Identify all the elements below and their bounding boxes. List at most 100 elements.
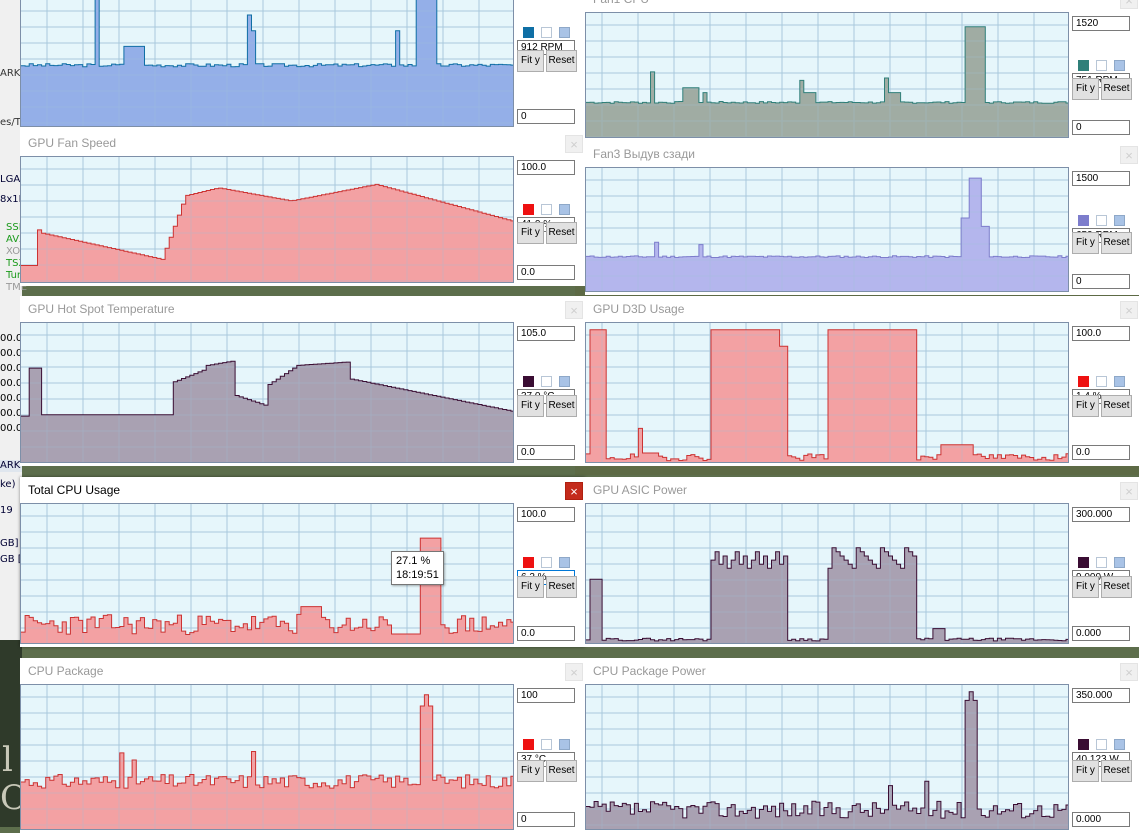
series-color-swatch[interactable] bbox=[523, 557, 534, 568]
max-value-field[interactable]: 100.0 bbox=[1072, 326, 1130, 341]
close-button[interactable]: × bbox=[565, 301, 583, 319]
graph-window-fan3[interactable]: Fan3 Выдув сзади × 1500 659 RPM Fit y Re… bbox=[585, 141, 1139, 295]
graph-plot-area[interactable] bbox=[585, 322, 1069, 463]
max-value-field[interactable]: 1500 bbox=[1072, 171, 1130, 186]
window-titlebar[interactable]: CPU Package × bbox=[20, 658, 585, 684]
close-button[interactable]: × bbox=[565, 663, 583, 681]
reset-button[interactable]: Reset bbox=[546, 50, 577, 72]
reset-button[interactable]: Reset bbox=[1101, 760, 1132, 782]
series-color-swatch[interactable] bbox=[523, 204, 534, 215]
graph-window-fan1-cpu[interactable]: Fan1 CPU × 1520 751 RPM Fit y Reset 0 bbox=[585, 0, 1139, 141]
window-titlebar[interactable]: CPU Package Power × bbox=[585, 658, 1139, 684]
background-color-swatch[interactable] bbox=[541, 557, 552, 568]
graph-plot-area[interactable] bbox=[20, 156, 514, 283]
window-titlebar[interactable]: Fan1 CPU × bbox=[585, 0, 1139, 12]
graph-window-gpu-hotspot[interactable]: GPU Hot Spot Temperature × 105.0 37.0 °C… bbox=[20, 296, 585, 466]
max-value-field[interactable]: 1520 bbox=[1072, 16, 1130, 31]
reset-button[interactable]: Reset bbox=[546, 576, 577, 598]
fit-y-button[interactable]: Fit y bbox=[1072, 232, 1099, 254]
series-color-swatch[interactable] bbox=[1078, 739, 1089, 750]
graph-plot-area[interactable] bbox=[585, 684, 1069, 830]
min-value-field[interactable]: 0.0 bbox=[1072, 445, 1130, 460]
fit-y-button[interactable]: Fit y bbox=[517, 50, 544, 72]
reset-button[interactable]: Reset bbox=[1101, 232, 1132, 254]
grid-color-swatch[interactable] bbox=[559, 204, 570, 215]
min-value-field[interactable]: 0 bbox=[517, 109, 575, 124]
graph-plot-area[interactable] bbox=[20, 684, 514, 830]
grid-color-swatch[interactable] bbox=[1114, 60, 1125, 71]
series-color-swatch[interactable] bbox=[1078, 60, 1089, 71]
max-value-field[interactable]: 300.000 bbox=[1072, 507, 1130, 522]
min-value-field[interactable]: 0 bbox=[1072, 120, 1130, 135]
series-color-swatch[interactable] bbox=[1078, 215, 1089, 226]
graph-window-gpu-asic[interactable]: GPU ASIC Power × 300.000 9.000 W Fit y R… bbox=[585, 477, 1139, 647]
window-titlebar[interactable]: GPU D3D Usage × bbox=[585, 296, 1139, 322]
series-color-swatch[interactable] bbox=[523, 376, 534, 387]
series-color-swatch[interactable] bbox=[523, 27, 534, 38]
window-titlebar[interactable]: GPU Fan Speed × bbox=[20, 130, 585, 156]
fit-y-button[interactable]: Fit y bbox=[517, 760, 544, 782]
grid-color-swatch[interactable] bbox=[559, 27, 570, 38]
graph-plot-area[interactable] bbox=[20, 0, 514, 127]
background-color-swatch[interactable] bbox=[541, 204, 552, 215]
min-value-field[interactable]: 0.0 bbox=[517, 445, 575, 460]
max-value-field[interactable]: 100.0 bbox=[517, 160, 575, 175]
reset-button[interactable]: Reset bbox=[546, 222, 577, 244]
min-value-field[interactable]: 0 bbox=[1072, 274, 1130, 289]
fit-y-button[interactable]: Fit y bbox=[517, 222, 544, 244]
grid-color-swatch[interactable] bbox=[559, 376, 570, 387]
min-value-field[interactable]: 0 bbox=[517, 812, 575, 827]
fit-y-button[interactable]: Fit y bbox=[1072, 760, 1099, 782]
window-titlebar[interactable]: Fan3 Выдув сзади × bbox=[585, 141, 1139, 167]
max-value-field[interactable]: 100 bbox=[517, 688, 575, 703]
min-value-field[interactable]: 0.000 bbox=[1072, 812, 1130, 827]
close-button[interactable]: × bbox=[1120, 301, 1138, 319]
graph-plot-area[interactable] bbox=[20, 322, 514, 463]
max-value-field[interactable]: 100.0 bbox=[517, 507, 575, 522]
max-value-field[interactable]: 350.000 bbox=[1072, 688, 1130, 703]
series-color-swatch[interactable] bbox=[1078, 557, 1089, 568]
background-color-swatch[interactable] bbox=[541, 27, 552, 38]
min-value-field[interactable]: 0.000 bbox=[1072, 626, 1130, 641]
window-titlebar[interactable]: Total CPU Usage × bbox=[20, 477, 585, 503]
background-color-swatch[interactable] bbox=[1096, 739, 1107, 750]
window-titlebar[interactable]: GPU Hot Spot Temperature × bbox=[20, 296, 585, 322]
fit-y-button[interactable]: Fit y bbox=[517, 576, 544, 598]
reset-button[interactable]: Reset bbox=[1101, 78, 1132, 100]
graph-window-cpu-package[interactable]: CPU Package × 100 37 °C Fit y Reset 0 bbox=[20, 658, 585, 833]
graph-plot-area[interactable] bbox=[585, 167, 1069, 292]
grid-color-swatch[interactable] bbox=[1114, 376, 1125, 387]
reset-button[interactable]: Reset bbox=[546, 395, 577, 417]
fit-y-button[interactable]: Fit y bbox=[517, 395, 544, 417]
reset-button[interactable]: Reset bbox=[546, 760, 577, 782]
background-color-swatch[interactable] bbox=[541, 376, 552, 387]
series-color-swatch[interactable] bbox=[523, 739, 534, 750]
fit-y-button[interactable]: Fit y bbox=[1072, 395, 1099, 417]
fit-y-button[interactable]: Fit y bbox=[1072, 78, 1099, 100]
grid-color-swatch[interactable] bbox=[559, 557, 570, 568]
close-button[interactable]: × bbox=[565, 482, 583, 500]
close-button[interactable]: × bbox=[1120, 663, 1138, 681]
graph-plot-area[interactable] bbox=[585, 12, 1069, 138]
reset-button[interactable]: Reset bbox=[1101, 395, 1132, 417]
graph-window-gpu-fan-rpm[interactable]: × 912 RPM Fit y Reset 0 bbox=[20, 0, 585, 130]
reset-button[interactable]: Reset bbox=[1101, 576, 1132, 598]
min-value-field[interactable]: 0.0 bbox=[517, 265, 575, 280]
series-color-swatch[interactable] bbox=[1078, 376, 1089, 387]
background-color-swatch[interactable] bbox=[541, 739, 552, 750]
background-color-swatch[interactable] bbox=[1096, 60, 1107, 71]
graph-window-cpu-package-power[interactable]: CPU Package Power × 350.000 40.123 W Fit… bbox=[585, 658, 1139, 833]
close-button[interactable]: × bbox=[1120, 146, 1138, 164]
grid-color-swatch[interactable] bbox=[1114, 739, 1125, 750]
background-color-swatch[interactable] bbox=[1096, 376, 1107, 387]
graph-window-gpu-d3d[interactable]: GPU D3D Usage × 100.0 1.4 % Fit y Reset … bbox=[585, 296, 1139, 466]
max-value-field[interactable]: 105.0 bbox=[517, 326, 575, 341]
grid-color-swatch[interactable] bbox=[559, 739, 570, 750]
grid-color-swatch[interactable] bbox=[1114, 215, 1125, 226]
min-value-field[interactable]: 0.0 bbox=[517, 626, 575, 641]
background-color-swatch[interactable] bbox=[1096, 215, 1107, 226]
close-button[interactable]: × bbox=[1120, 0, 1138, 9]
fit-y-button[interactable]: Fit y bbox=[1072, 576, 1099, 598]
graph-plot-area[interactable] bbox=[585, 503, 1069, 644]
grid-color-swatch[interactable] bbox=[1114, 557, 1125, 568]
